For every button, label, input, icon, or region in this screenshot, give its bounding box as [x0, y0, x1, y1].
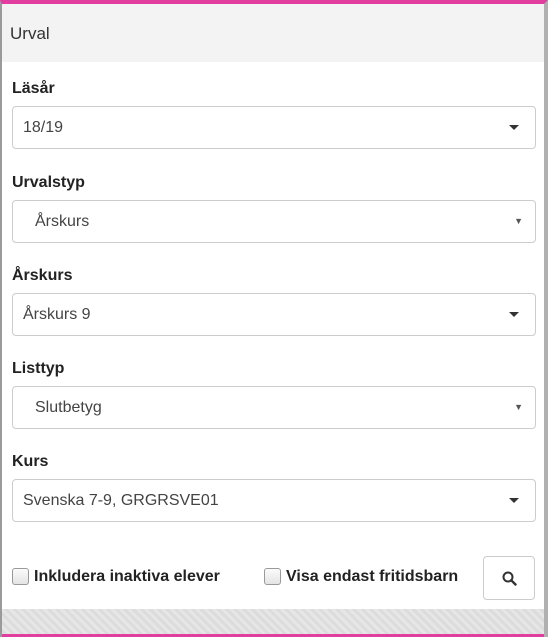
options-row: Inkludera inaktiva elever Visa endast fr… [12, 555, 542, 601]
kurs-value: Svenska 7-9, GRGRSVE01 [23, 492, 219, 509]
arskurs-value: Årskurs 9 [23, 306, 91, 323]
arskurs-label: Årskurs [12, 267, 73, 284]
panel-title: Urval [10, 24, 50, 43]
caret-down-icon: ▼ [514, 216, 523, 226]
caret-down-icon [509, 125, 519, 130]
panel-header: Urval [2, 4, 544, 62]
caret-down-icon: ▼ [514, 402, 523, 412]
arskurs-group: Årskurs Årskurs 9 [2, 267, 544, 336]
lasar-label: Läsår [12, 80, 55, 97]
kurs-group: Kurs Svenska 7-9, GRGRSVE01 [2, 453, 544, 522]
urvalstyp-value: Årskurs [35, 213, 90, 230]
search-icon [502, 571, 517, 586]
lasar-group: Läsår 18/19 [2, 80, 544, 149]
search-button[interactable] [483, 556, 535, 600]
lasar-select[interactable]: 18/19 [12, 106, 536, 149]
caret-down-icon [509, 312, 519, 317]
urval-panel: Urval Läsår 18/19 Urvalstyp Årskurs ▼ År… [0, 0, 548, 637]
listtyp-value: Slutbetyg [35, 399, 102, 416]
visa-fritidsbarn-label[interactable]: Visa endast fritidsbarn [286, 568, 458, 586]
kurs-label: Kurs [12, 453, 49, 470]
panel-footer-strip [2, 609, 544, 637]
inkludera-inaktiva-label[interactable]: Inkludera inaktiva elever [34, 568, 220, 586]
arskurs-select[interactable]: Årskurs 9 [12, 293, 536, 336]
urvalstyp-group: Urvalstyp Årskurs ▼ [2, 174, 544, 243]
urvalstyp-select[interactable]: Årskurs ▼ [12, 200, 536, 243]
kurs-select[interactable]: Svenska 7-9, GRGRSVE01 [12, 479, 536, 522]
urvalstyp-label: Urvalstyp [12, 174, 85, 191]
caret-down-icon [509, 498, 519, 503]
listtyp-select[interactable]: Slutbetyg ▼ [12, 386, 536, 429]
inkludera-inaktiva-checkbox[interactable] [12, 568, 29, 585]
listtyp-label: Listtyp [12, 360, 65, 377]
visa-fritidsbarn-checkbox[interactable] [264, 568, 281, 585]
listtyp-group: Listtyp Slutbetyg ▼ [2, 360, 544, 429]
lasar-value: 18/19 [23, 119, 64, 136]
